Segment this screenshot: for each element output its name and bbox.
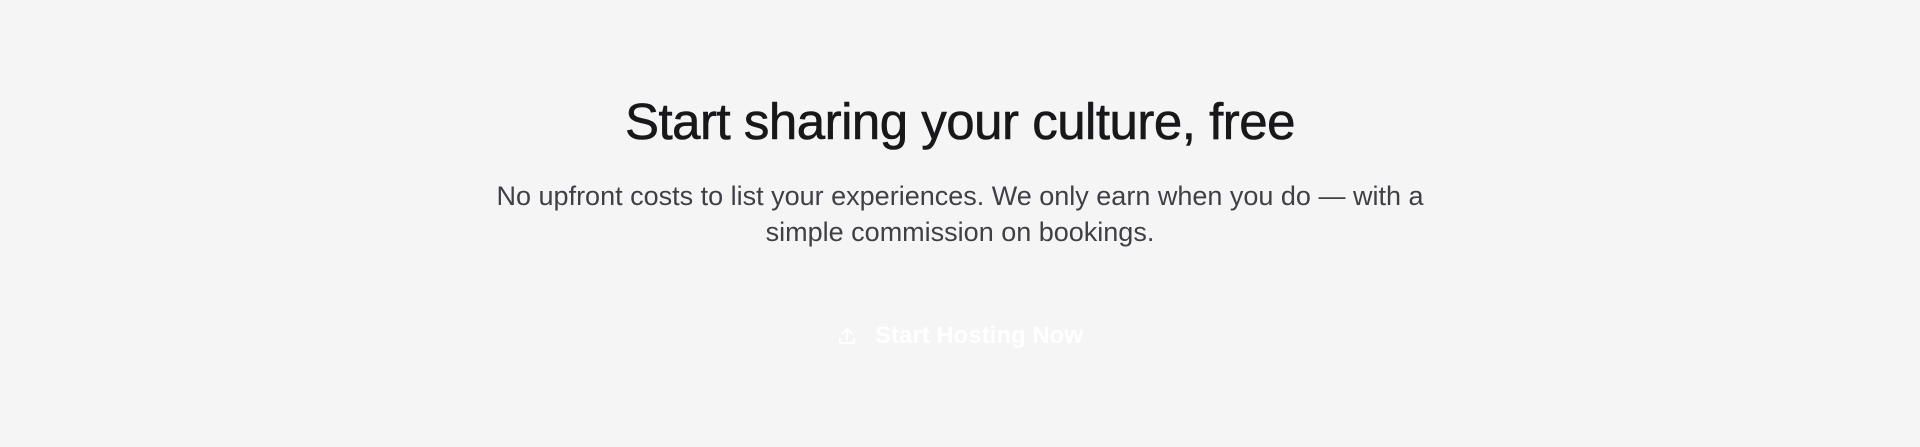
start-hosting-button[interactable]: Start Hosting Now [815,310,1105,362]
section-title: Start sharing your culture, free [625,93,1296,151]
start-hosting-label: Start Hosting Now [875,322,1083,349]
upload-icon [837,326,857,346]
hosting-cta-section: Start sharing your culture, free No upfr… [0,0,1920,447]
section-subtitle: No upfront costs to list your experience… [496,181,1424,247]
